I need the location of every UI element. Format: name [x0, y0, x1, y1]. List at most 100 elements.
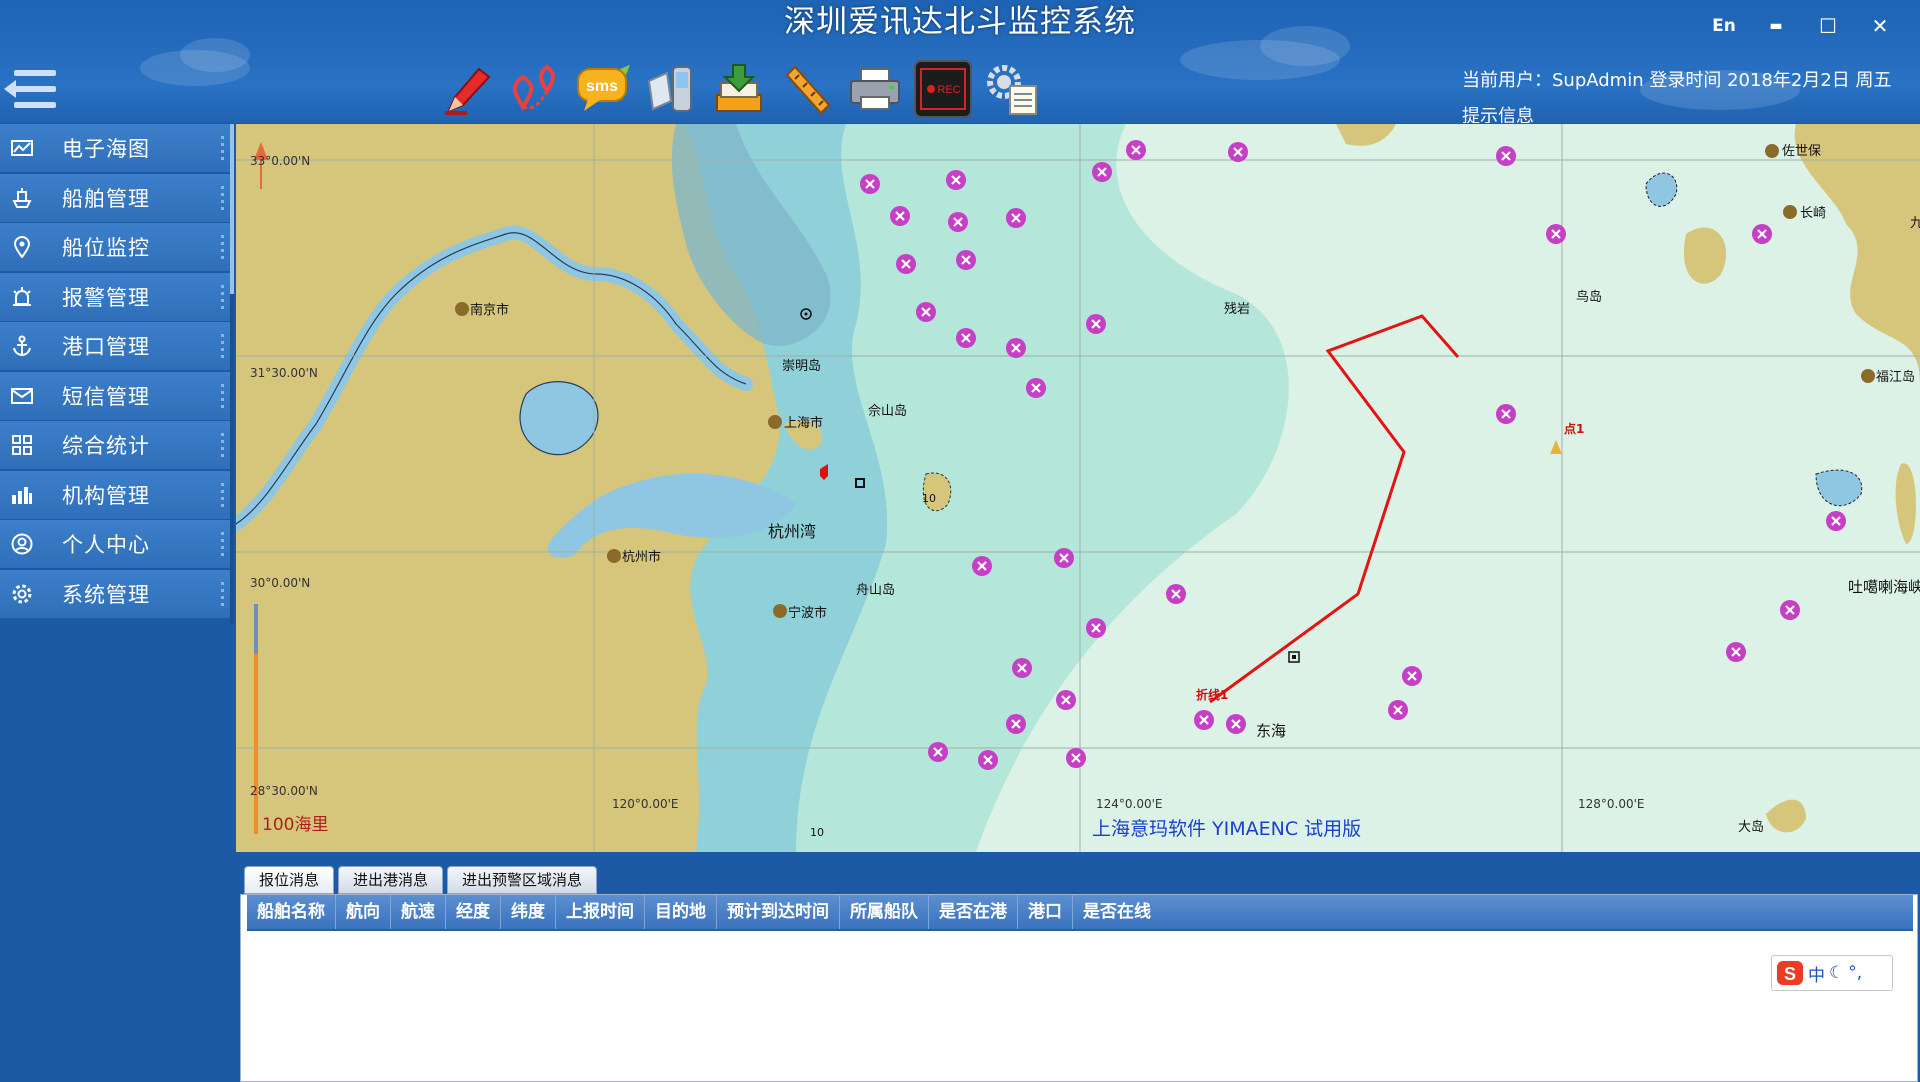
ship-marker-icon[interactable] — [1496, 146, 1516, 166]
column-header[interactable]: 所属船队 — [840, 895, 929, 929]
ship-marker-icon[interactable] — [928, 742, 948, 762]
polyline-label: 折线1 — [1196, 688, 1229, 702]
tab-port-messages[interactable]: 进出港消息 — [338, 866, 444, 894]
ship-marker-icon[interactable] — [956, 328, 976, 348]
ship-marker-icon[interactable] — [1780, 600, 1800, 620]
column-header[interactable]: 航速 — [391, 895, 446, 929]
place-label: 上海市 — [784, 416, 824, 431]
ship-marker-icon[interactable] — [1496, 404, 1516, 424]
ship-marker-icon[interactable] — [1726, 642, 1746, 662]
column-header[interactable]: 船舶名称 — [247, 895, 336, 929]
sogou-icon: S — [1777, 961, 1803, 985]
place-label: 崇明岛 — [782, 359, 822, 374]
sidebar-item-position[interactable]: 船位监控 — [0, 223, 232, 271]
user-icon — [10, 532, 34, 556]
column-header[interactable]: 目的地 — [645, 895, 717, 929]
sidebar-item-alarm[interactable]: 报警管理 — [0, 272, 232, 321]
place-label: 东海 — [1256, 722, 1287, 740]
ship-marker-icon[interactable] — [1402, 666, 1422, 686]
ship-marker-icon[interactable] — [1054, 548, 1074, 568]
tab-position-reports[interactable]: 报位消息 — [244, 866, 335, 894]
sidebar-item-label: 综合统计 — [62, 434, 150, 458]
place-label: 残岩 — [1224, 302, 1251, 317]
ship-marker-icon[interactable] — [1826, 511, 1846, 531]
ship-marker-icon[interactable] — [896, 254, 916, 274]
sidebar-item-label: 船舶管理 — [62, 186, 150, 211]
collapse-menu-icon[interactable] — [2, 64, 60, 116]
sidebar-item-sms[interactable]: 短信管理 — [0, 371, 232, 420]
lat-label: 31°30.00'N — [250, 366, 318, 380]
column-header[interactable]: 航向 — [336, 895, 391, 929]
ship-marker-icon[interactable] — [916, 302, 936, 322]
ship-marker-icon[interactable] — [1092, 162, 1112, 182]
ship-marker-icon[interactable] — [1086, 618, 1106, 638]
settings-list-icon[interactable] — [981, 58, 1041, 120]
sidebar-item-label: 电子海图 — [62, 137, 150, 161]
maximize-button[interactable]: ☐ — [1802, 12, 1854, 40]
ship-marker-icon[interactable] — [1006, 208, 1026, 228]
ship-marker-icon[interactable] — [972, 556, 992, 576]
ruler-icon[interactable] — [777, 58, 837, 120]
ship-marker-icon[interactable] — [948, 212, 968, 232]
input-method-toolbar[interactable]: S 中 ☾ °, — [1771, 955, 1893, 991]
minimize-button[interactable]: ▬ — [1750, 12, 1802, 40]
chart-icon — [10, 136, 34, 160]
ship-marker-icon[interactable] — [1388, 700, 1408, 720]
ship-marker-icon[interactable] — [978, 750, 998, 770]
ship-marker-icon[interactable] — [1012, 658, 1032, 678]
printer-icon[interactable] — [845, 58, 905, 120]
column-header[interactable]: 是否在港 — [929, 895, 1018, 929]
ship-marker-icon[interactable] — [1086, 314, 1106, 334]
sidebar-item-personal[interactable]: 个人中心 — [0, 520, 232, 568]
tab-alert-zone-messages[interactable]: 进出预警区域消息 — [447, 866, 598, 894]
download-icon[interactable] — [709, 58, 769, 120]
close-button[interactable]: ✕ — [1854, 12, 1906, 40]
column-header[interactable]: 经度 — [446, 895, 501, 929]
language-button[interactable]: En — [1698, 12, 1750, 40]
punctuation-icon: °, — [1848, 963, 1863, 983]
sidebar-item-system[interactable]: 系统管理 — [0, 569, 232, 618]
toolbar: sms REC — [437, 58, 1041, 120]
ship-marker-icon[interactable] — [1228, 142, 1248, 162]
sidebar-scroll-thumb[interactable] — [230, 124, 234, 294]
lat-label: 33°0.00'N — [250, 154, 311, 168]
ship-marker-icon[interactable] — [1166, 584, 1186, 604]
column-header[interactable]: 纬度 — [501, 895, 556, 929]
moon-icon: ☾ — [1829, 963, 1845, 983]
place-label: 杭州湾 — [768, 522, 817, 541]
ship-marker-icon[interactable] — [1006, 338, 1026, 358]
sidebar: 电子海图 船舶管理 船位监控 报警管理 港口管理 短信管理 综合统计 机构管理 … — [0, 124, 232, 1080]
ship-marker-icon[interactable] — [1226, 714, 1246, 734]
phone-icon[interactable] — [641, 58, 701, 120]
drag-handle — [221, 433, 224, 457]
sms-icon[interactable]: sms — [573, 58, 633, 120]
ship-marker-icon[interactable] — [956, 250, 976, 270]
ship-marker-icon[interactable] — [1006, 714, 1026, 734]
sidebar-item-port[interactable]: 港口管理 — [0, 322, 232, 370]
ship-marker-icon[interactable] — [890, 206, 910, 226]
ship-marker-icon[interactable] — [1752, 224, 1772, 244]
sidebar-item-chart[interactable]: 电子海图 — [0, 124, 232, 172]
ship-marker-icon[interactable] — [946, 170, 966, 190]
route-pins-icon[interactable] — [505, 58, 565, 120]
place-label: 吐噶喇海峡 — [1848, 578, 1920, 596]
marker-icon[interactable] — [437, 58, 497, 120]
ship-marker-icon[interactable] — [1194, 710, 1214, 730]
user-info: 当前用户：SupAdmin 登录时间 2018年2月2日 周五 — [1462, 70, 1892, 91]
sidebar-item-org[interactable]: 机构管理 — [0, 470, 232, 519]
column-header[interactable]: 是否在线 — [1073, 895, 1161, 929]
ship-marker-icon[interactable] — [1066, 748, 1086, 768]
ship-marker-icon[interactable] — [1126, 140, 1146, 160]
ship-marker-icon[interactable] — [860, 174, 880, 194]
sidebar-item-stats[interactable]: 综合统计 — [0, 421, 232, 469]
electronic-chart-map[interactable]: 33°0.00'N 31°30.00'N 30°0.00'N 28°30.00'… — [236, 124, 1920, 852]
column-header[interactable]: 预计到达时间 — [717, 895, 840, 929]
ship-marker-icon[interactable] — [1546, 224, 1566, 244]
record-icon[interactable]: REC — [913, 58, 973, 120]
sidebar-item-ships[interactable]: 船舶管理 — [0, 173, 232, 222]
ship-marker-icon[interactable] — [1026, 378, 1046, 398]
lat-label: 28°30.00'N — [250, 784, 318, 798]
ship-marker-icon[interactable] — [1056, 690, 1076, 710]
column-header[interactable]: 港口 — [1018, 895, 1073, 929]
column-header[interactable]: 上报时间 — [556, 895, 645, 929]
